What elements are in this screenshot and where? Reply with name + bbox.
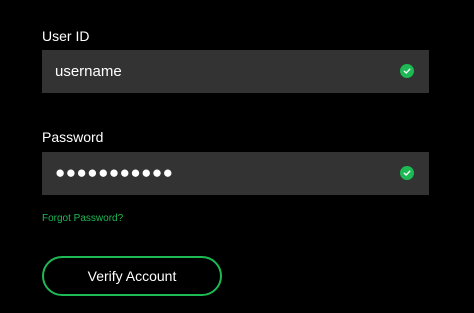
login-form: User ID username Password ●●●●●●●●●●● Fo… — [0, 0, 474, 313]
check-circle-icon — [400, 64, 414, 78]
user-id-label: User ID — [42, 28, 90, 44]
verify-account-button[interactable]: Verify Account — [42, 256, 222, 296]
user-id-field[interactable]: username — [42, 50, 429, 93]
forgot-password-link[interactable]: Forgot Password? — [42, 213, 123, 225]
password-field[interactable]: ●●●●●●●●●●● — [42, 152, 429, 195]
password-label: Password — [42, 129, 104, 145]
check-circle-icon — [400, 166, 414, 180]
password-mask: ●●●●●●●●●●● — [55, 163, 174, 182]
user-id-value: username — [55, 63, 122, 80]
